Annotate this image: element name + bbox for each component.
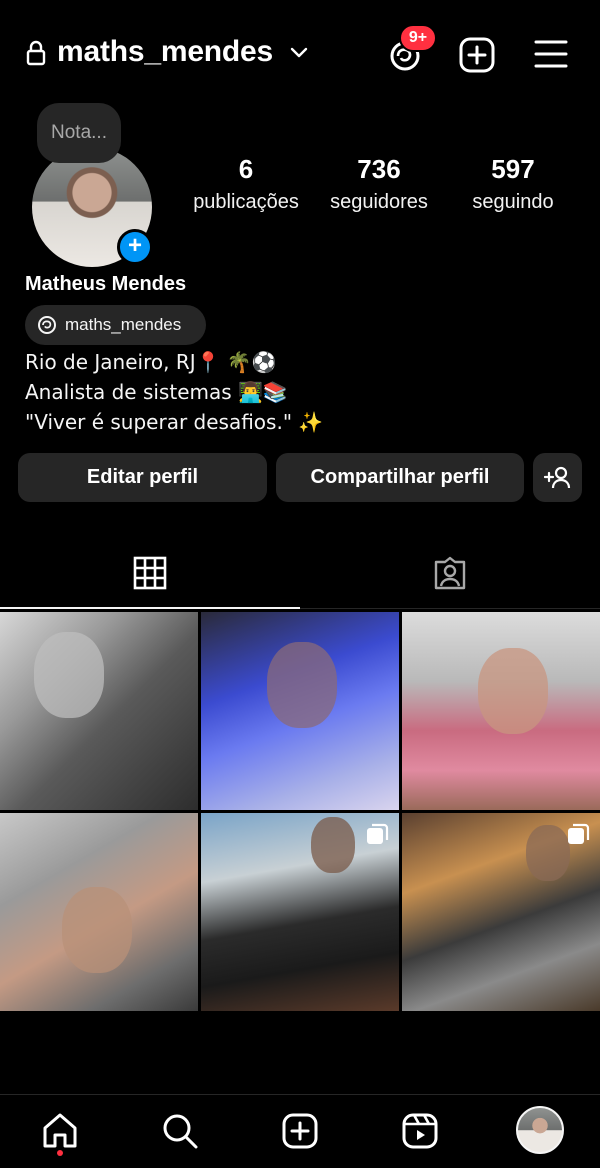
post-thumbnail[interactable] bbox=[201, 813, 399, 1011]
top-bar: maths_mendes 9+ bbox=[0, 22, 600, 86]
reels-icon[interactable] bbox=[400, 1111, 440, 1151]
posts-value: 6 bbox=[238, 154, 254, 184]
following-count[interactable]: 597 seguindo bbox=[460, 154, 566, 214]
posts-label: publicações bbox=[193, 191, 299, 213]
threads-handle: maths_mendes bbox=[65, 315, 182, 334]
bio-line: "Viver é superar desafios." ✨ bbox=[25, 410, 324, 434]
share-profile-button[interactable]: Compartilhar perfil bbox=[276, 453, 524, 502]
photo-subject bbox=[478, 648, 548, 734]
notification-badge: 9+ bbox=[399, 24, 437, 52]
create-post-icon[interactable] bbox=[459, 37, 495, 73]
search-icon[interactable] bbox=[160, 1111, 200, 1151]
following-label: seguindo bbox=[472, 191, 554, 213]
lock-icon bbox=[26, 40, 46, 66]
threads-badge[interactable]: maths_mendes bbox=[25, 305, 206, 345]
home-notification-dot bbox=[57, 1150, 63, 1156]
tab-posts-grid[interactable] bbox=[0, 543, 300, 609]
grid-icon bbox=[133, 556, 167, 590]
add-story-icon[interactable]: + bbox=[117, 229, 153, 265]
account-username[interactable]: maths_mendes bbox=[57, 35, 273, 69]
threads-icon bbox=[38, 316, 56, 334]
create-icon[interactable] bbox=[280, 1111, 320, 1151]
add-person-icon bbox=[544, 466, 571, 489]
post-thumbnail[interactable] bbox=[402, 813, 600, 1011]
bio-line: Rio de Janeiro, RJ📍 🌴⚽ bbox=[25, 350, 277, 374]
bottom-navigation bbox=[0, 1094, 600, 1168]
posts-count[interactable]: 6 publicações bbox=[184, 154, 308, 214]
tagged-icon bbox=[434, 556, 466, 590]
photo-subject bbox=[62, 887, 132, 973]
display-name: Matheus Mendes bbox=[25, 273, 187, 295]
post-thumbnail[interactable] bbox=[0, 612, 198, 810]
chevron-down-icon[interactable] bbox=[290, 46, 308, 60]
post-thumbnail[interactable] bbox=[201, 612, 399, 810]
photo-subject bbox=[526, 825, 570, 881]
followers-label: seguidores bbox=[330, 191, 428, 213]
photo-subject bbox=[267, 642, 337, 728]
post-thumbnail[interactable] bbox=[0, 813, 198, 1011]
carousel-icon bbox=[568, 823, 590, 844]
bio-line: Analista de sistemas 👨‍💻📚 bbox=[25, 380, 288, 404]
tab-tagged[interactable] bbox=[300, 543, 600, 609]
carousel-icon bbox=[367, 823, 389, 844]
followers-count[interactable]: 736 seguidores bbox=[320, 154, 438, 214]
menu-icon[interactable] bbox=[534, 38, 568, 70]
profile-avatar-nav[interactable] bbox=[516, 1106, 564, 1154]
following-value: 597 bbox=[491, 154, 535, 184]
photo-subject bbox=[311, 817, 355, 873]
edit-profile-button[interactable]: Editar perfil bbox=[18, 453, 267, 502]
discover-people-button[interactable] bbox=[533, 453, 582, 502]
post-thumbnail[interactable] bbox=[402, 612, 600, 810]
followers-value: 736 bbox=[357, 154, 401, 184]
note-bubble[interactable]: Nota... bbox=[37, 103, 121, 163]
photo-subject bbox=[34, 632, 104, 718]
home-icon[interactable] bbox=[40, 1111, 80, 1151]
